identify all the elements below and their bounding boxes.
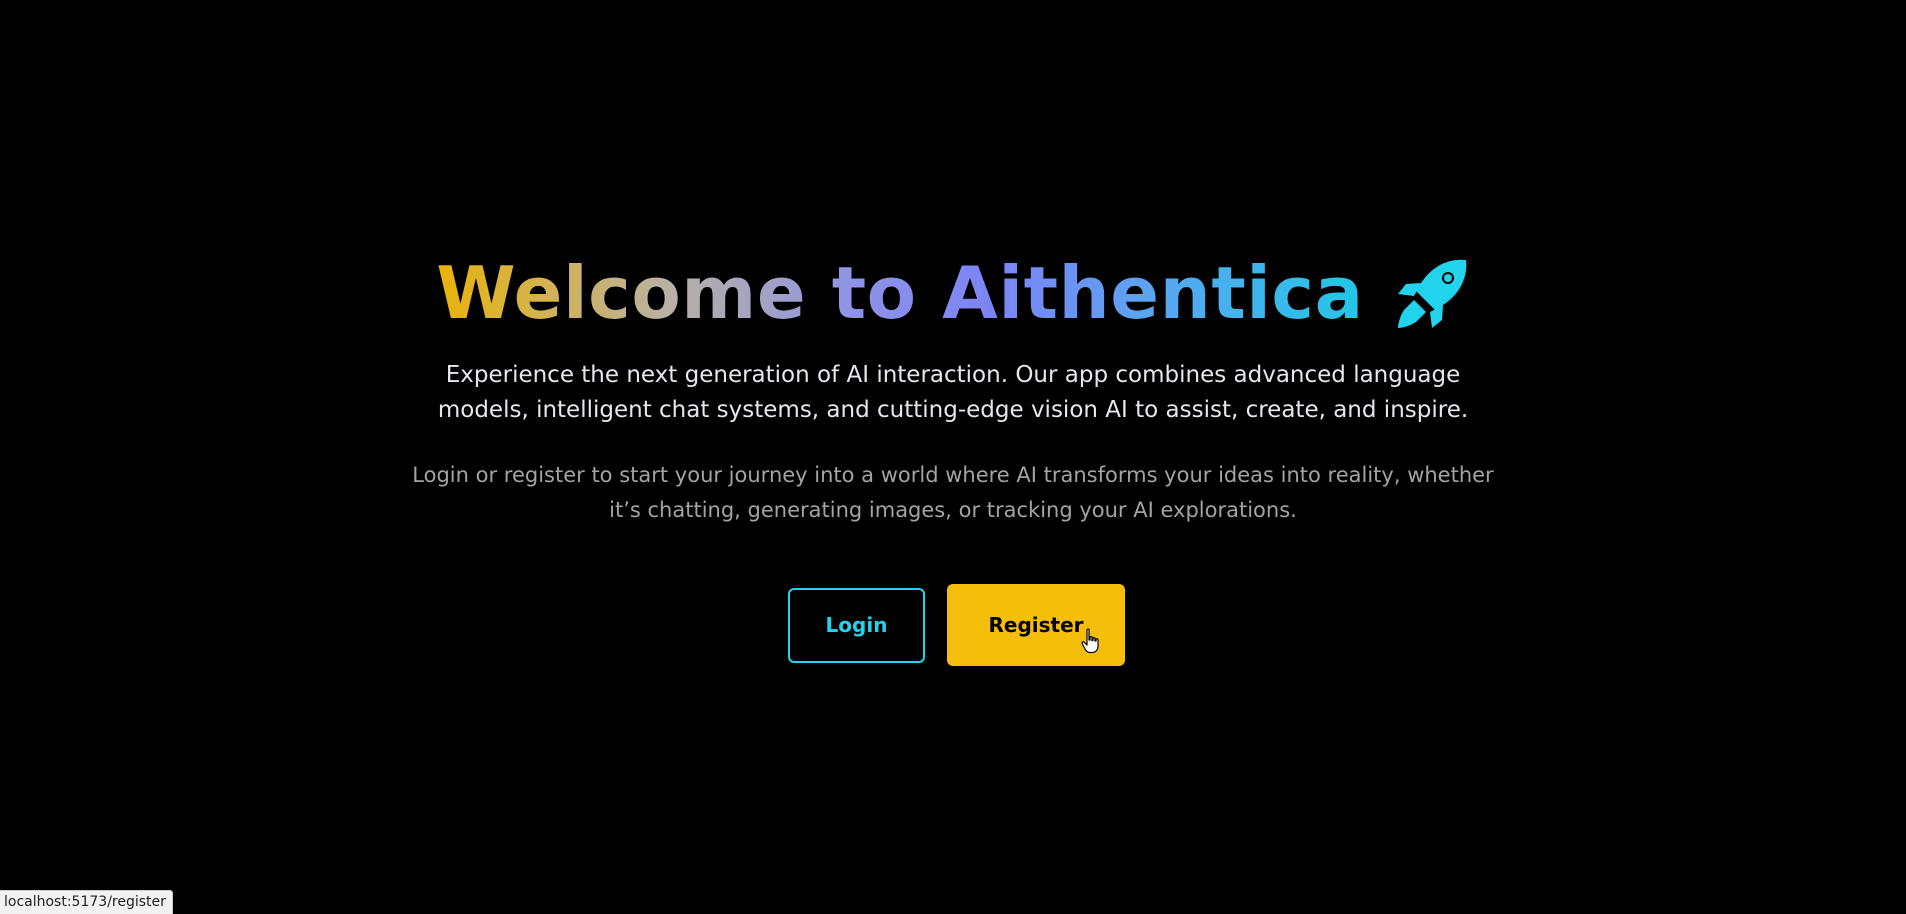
title-row: Welcome to Aithentica (0, 248, 1906, 338)
register-button-label: Register (988, 613, 1084, 637)
auth-actions: Login Register (788, 584, 1125, 666)
status-bar-url: localhost:5173/register (0, 890, 173, 914)
login-button[interactable]: Login (788, 587, 925, 663)
cta-paragraph: Login or register to start your journey … (412, 463, 1494, 522)
hand-cursor-icon (1081, 628, 1101, 654)
intro-paragraph: Experience the next generation of AI int… (437, 362, 1469, 423)
page-title: Welcome to Aithentica (436, 248, 1363, 338)
rocket-icon (1394, 256, 1470, 332)
register-button[interactable]: Register (947, 584, 1125, 666)
hero-section: Welcome to Aithentica Experience the nex… (0, 0, 1906, 914)
